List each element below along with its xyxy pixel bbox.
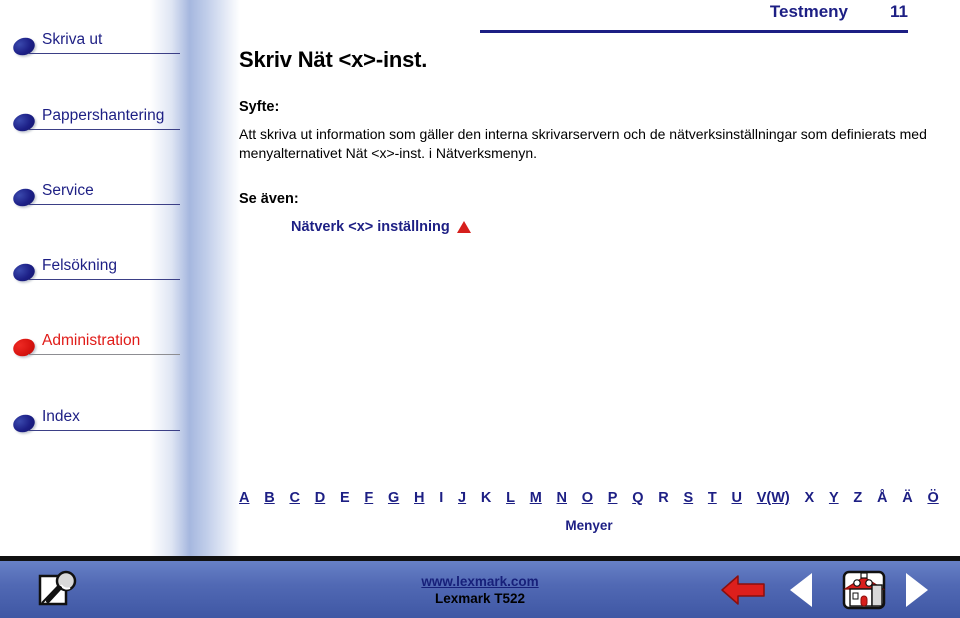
alpha-link-r[interactable]: R [658, 490, 668, 506]
sidebar-item-rule [28, 129, 180, 130]
sidebar-item-label: Index [42, 408, 80, 425]
alpha-link-k[interactable]: K [481, 490, 491, 506]
header-title: Testmeny [769, 2, 848, 21]
sidebar-item-service[interactable]: Service [0, 181, 200, 215]
see-also-link[interactable]: Nätverk <x> inställning [291, 219, 450, 235]
alpha-link-t[interactable]: T [708, 490, 717, 506]
purpose-body-text: Att skriva ut information som gäller den… [239, 126, 927, 161]
alpha-link-aring[interactable]: Å [877, 490, 887, 506]
bullet-icon [10, 35, 38, 58]
lexmark-website-link[interactable]: www.lexmark.com [421, 574, 538, 589]
alpha-link-o[interactable]: O [582, 490, 593, 506]
page-footer: www.lexmark.com Lexmark T522 [0, 556, 960, 618]
alpha-link-s[interactable]: S [683, 490, 693, 506]
sidebar-item-label: Felsökning [42, 257, 117, 274]
back-arrow-icon[interactable] [720, 570, 766, 610]
sidebar-item-index[interactable]: Index [0, 407, 200, 441]
page-title: Skriv Nät <x>-inst. [239, 47, 428, 72]
triangle-up-icon[interactable] [456, 221, 471, 233]
sidebar-item-label: Administration [42, 332, 141, 349]
see-also-link-row[interactable]: Nätverk <x> inställning [291, 219, 939, 235]
alpha-link-a[interactable]: A [239, 490, 249, 506]
alpha-link-u[interactable]: U [732, 490, 742, 506]
alpha-link-i[interactable]: I [439, 490, 443, 506]
sidebar-item-rule [28, 279, 180, 280]
alpha-link-z[interactable]: Z [853, 490, 862, 506]
previous-page-icon[interactable] [790, 570, 820, 610]
alpha-link-vw[interactable]: V(W) [757, 490, 790, 506]
alpha-link-n[interactable]: N [557, 490, 567, 506]
sidebar-item-label: Pappershantering [42, 107, 165, 124]
alpha-link-g[interactable]: G [388, 490, 399, 506]
alpha-link-d[interactable]: D [315, 490, 325, 506]
alpha-link-adia[interactable]: Ä [902, 490, 912, 506]
alpha-link-e[interactable]: E [340, 490, 350, 506]
sidebar-item-skriva-ut[interactable]: Skriva ut [0, 30, 200, 64]
document-page: Skriva ut Pappershantering Service Felsö… [0, 0, 960, 618]
sidebar-item-felsokning[interactable]: Felsökning [0, 256, 200, 290]
sidebar-item-rule [28, 53, 180, 54]
see-also-heading: Se även: [239, 191, 299, 207]
sidebar-item-pappershantering[interactable]: Pappershantering [0, 106, 200, 140]
alpha-link-m[interactable]: M [530, 490, 542, 506]
sidebar-item-administration[interactable]: Administration [0, 331, 200, 365]
sidebar-nav: Skriva ut Pappershantering Service Felsö… [0, 0, 240, 556]
alpha-link-f[interactable]: F [364, 490, 373, 506]
bullet-icon [10, 336, 38, 359]
sidebar-item-label: Service [42, 182, 94, 199]
alpha-link-odia[interactable]: Ö [927, 490, 938, 506]
bullet-icon [10, 111, 38, 134]
alpha-link-j[interactable]: J [458, 490, 466, 506]
alpha-link-c[interactable]: C [289, 490, 299, 506]
sidebar-item-rule [28, 354, 180, 355]
main-content: Skriv Nät <x>-inst. Syfte: Att skriva ut… [239, 46, 939, 235]
next-page-icon[interactable] [906, 570, 936, 610]
sidebar-item-label: Skriva ut [42, 31, 103, 48]
alpha-link-x[interactable]: X [805, 490, 815, 506]
alpha-link-q[interactable]: Q [632, 490, 643, 506]
alpha-link-y[interactable]: Y [829, 490, 839, 506]
alphabet-letter-row: A B C D E F G H I J K L M N O P Q R S T … [239, 490, 939, 506]
sidebar-item-rule [28, 204, 180, 205]
bullet-icon [10, 412, 38, 435]
alphabet-index-caption: Menyer [565, 518, 613, 533]
bullet-icon [10, 261, 38, 284]
alpha-link-l[interactable]: L [506, 490, 515, 506]
alpha-link-h[interactable]: H [414, 490, 424, 506]
alpha-link-p[interactable]: P [608, 490, 618, 506]
home-icon[interactable] [840, 570, 888, 610]
header-divider [480, 30, 908, 33]
sidebar-item-rule [28, 430, 180, 431]
bullet-icon [10, 186, 38, 209]
page-header: Testmeny 11 [480, 0, 908, 38]
purpose-heading: Syfte: [239, 99, 280, 115]
search-page-icon[interactable] [36, 570, 80, 610]
page-number: 11 [890, 2, 908, 21]
alpha-link-b[interactable]: B [264, 490, 274, 506]
